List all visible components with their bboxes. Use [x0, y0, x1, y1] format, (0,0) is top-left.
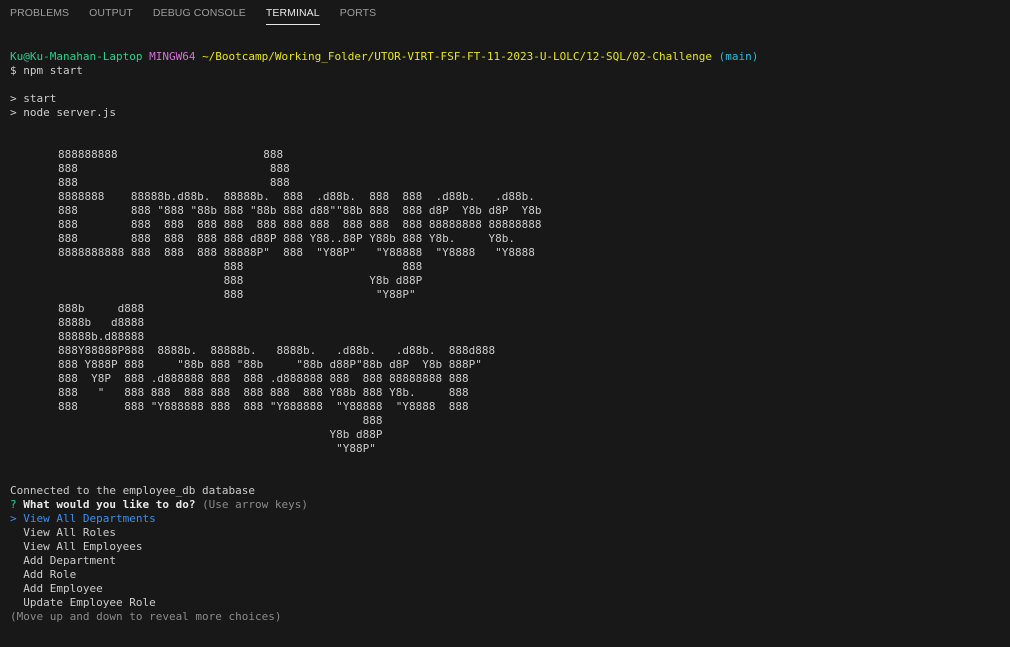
prompt-user-host: Ku@Ku-Manahan-Laptop: [10, 50, 143, 63]
prompt-branch: (main): [718, 50, 759, 63]
banner-line: 888 888 888 888 888 d88P 888 Y88..88P Y8…: [58, 232, 515, 245]
banner-line: 88888b.d88888: [58, 330, 145, 343]
choice-label: Add Department: [23, 554, 116, 567]
banner-line: "Y88P": [58, 442, 376, 455]
selection-pointer-icon: >: [10, 512, 17, 525]
choice-label: View All Roles: [23, 526, 116, 539]
ascii-banner: 888888888 888 888 888 888 888 8888888 88…: [10, 148, 1000, 456]
panel-tab-bar: PROBLEMS OUTPUT DEBUG CONSOLE TERMINAL P…: [0, 0, 1010, 26]
choice-add-department[interactable]: Add Department: [10, 554, 1000, 568]
banner-line: 888 Y8P 888 .d888888 888 888 .d888888 88…: [58, 372, 469, 385]
choice-label: Add Role: [23, 568, 77, 581]
tab-ports[interactable]: PORTS: [340, 0, 376, 24]
banner-line: 888 888 "Y888888 888 888 "Y888888 "Y8888…: [58, 400, 469, 413]
choice-add-role[interactable]: Add Role: [10, 568, 1000, 582]
choice-label: View All Departments: [23, 512, 156, 525]
banner-line: 888 888 888 888 888 888 888 888 888 888 …: [58, 218, 542, 231]
banner-line: 888 Y8b d88P: [58, 274, 423, 287]
script-line-node: > node server.js: [10, 106, 116, 119]
command-line: $ npm start: [10, 64, 83, 77]
connected-message: Connected to the employee_db database: [10, 484, 256, 497]
question-hint: (Use arrow keys): [202, 498, 309, 511]
choice-view-all-departments[interactable]: > View All Departments: [10, 512, 1000, 526]
choice-add-employee[interactable]: Add Employee: [10, 582, 1000, 596]
banner-line: 888 888 "888 "88b 888 "88b 888 d88""88b …: [58, 204, 542, 217]
banner-line: 8888b d8888: [58, 316, 145, 329]
prompt-shell: MINGW64: [149, 50, 196, 63]
banner-line: 888Y88888P888 8888b. 88888b. 8888b. .d88…: [58, 344, 496, 357]
choice-label: Add Employee: [23, 582, 103, 595]
question-mark: ?: [10, 498, 17, 511]
prompt-path: ~/Bootcamp/Working_Folder/UTOR-VIRT-FSF-…: [202, 50, 712, 63]
choice-view-all-employees[interactable]: View All Employees: [10, 540, 1000, 554]
more-choices-hint: (Move up and down to reveal more choices…: [10, 610, 282, 623]
banner-line: 888 Y888P 888 "88b 888 "88b "88b d88P"88…: [58, 358, 482, 371]
choice-update-employee-role[interactable]: Update Employee Role: [10, 596, 1000, 610]
banner-line: 8888888888 888 888 888 88888P" 888 "Y88P…: [58, 246, 535, 259]
prompt-line: Ku@Ku-Manahan-Laptop MINGW64 ~/Bootcamp/…: [10, 50, 1000, 64]
banner-line: 888 888: [58, 162, 290, 175]
question-text: What would you like to do?: [23, 498, 196, 511]
prompt-question: ? What would you like to do? (Use arrow …: [10, 498, 1000, 512]
tab-output[interactable]: OUTPUT: [89, 0, 133, 24]
tab-debug-console[interactable]: DEBUG CONSOLE: [153, 0, 246, 24]
banner-line: 888888888 888: [58, 148, 284, 161]
banner-line: 888 888: [58, 260, 423, 273]
banner-line: 888 "Y88P": [58, 288, 416, 301]
choice-view-all-roles[interactable]: View All Roles: [10, 526, 1000, 540]
terminal-output[interactable]: Ku@Ku-Manahan-Laptop MINGW64 ~/Bootcamp/…: [10, 50, 1000, 640]
script-line-start: > start: [10, 92, 57, 105]
banner-line: Y8b d88P: [58, 428, 383, 441]
banner-line: 888 " 888 888 888 888 888 888 888 Y88b 8…: [58, 386, 469, 399]
banner-line: 888 888: [58, 176, 290, 189]
banner-line: 888: [58, 414, 383, 427]
choice-label: Update Employee Role: [23, 596, 156, 609]
banner-line: 888b d888: [58, 302, 145, 315]
choice-label: View All Employees: [23, 540, 143, 553]
tab-problems[interactable]: PROBLEMS: [10, 0, 69, 24]
banner-line: 8888888 88888b.d88b. 88888b. 888 .d88b. …: [58, 190, 535, 203]
tab-terminal[interactable]: TERMINAL: [265, 0, 320, 25]
